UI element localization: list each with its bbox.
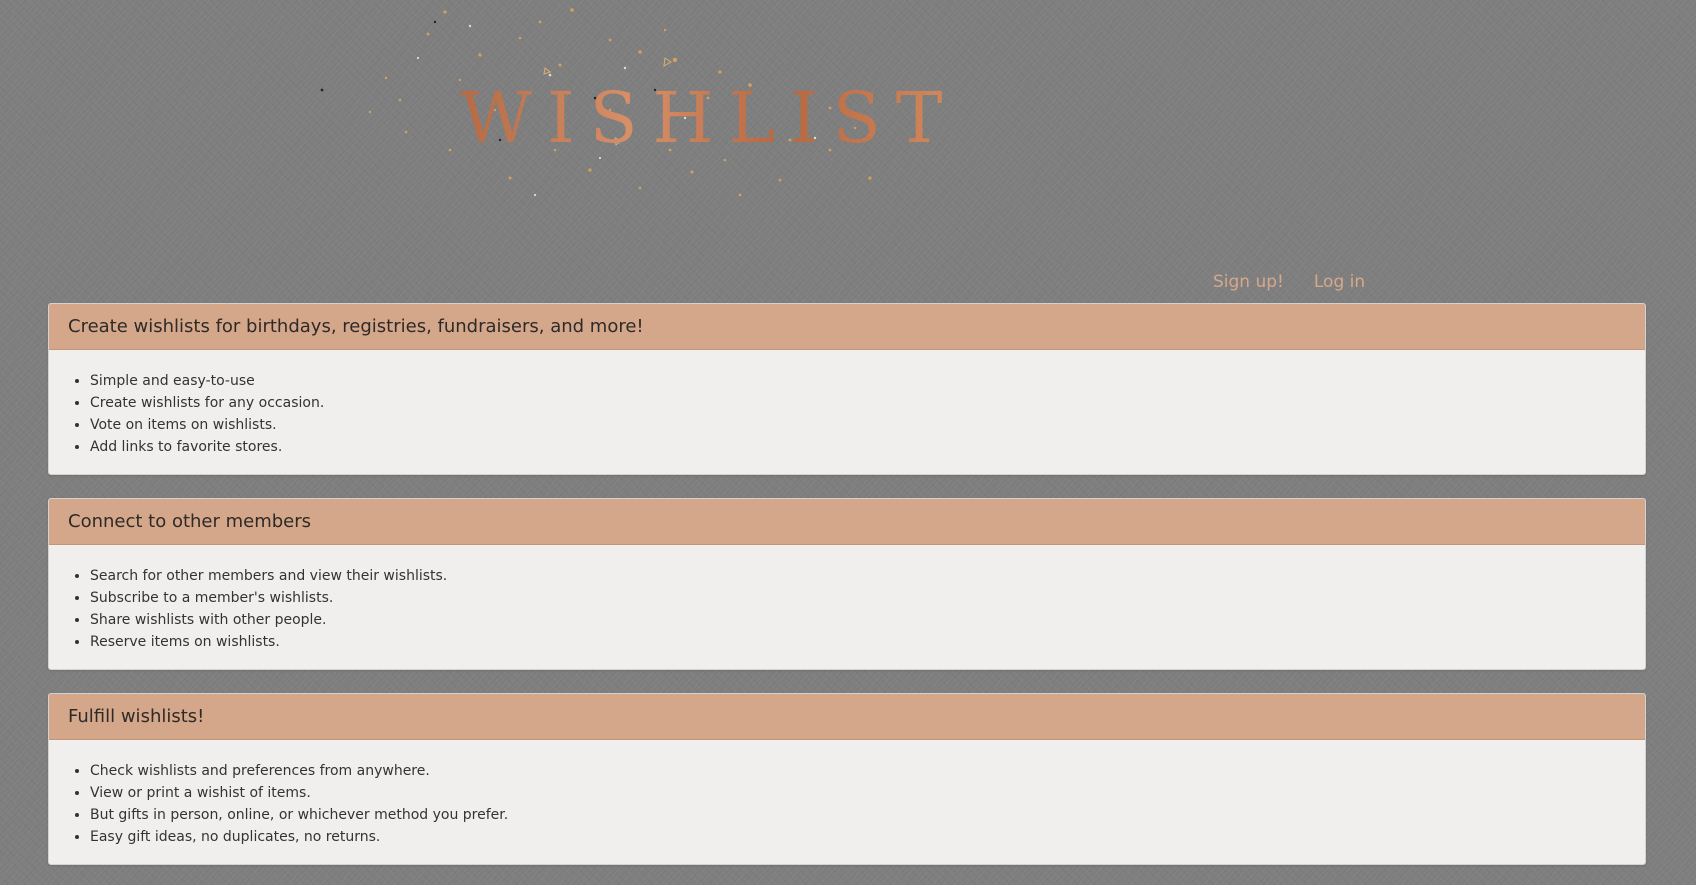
list-item: Vote on items on wishlists. [90,414,1626,436]
panel-heading: Create wishlists for birthdays, registri… [49,304,1645,350]
panel-title: Create wishlists for birthdays, registri… [68,316,644,337]
fulfill-wishlists-panel: Fulfill wishlists! Check wishlists and p… [48,693,1646,865]
connect-members-panel: Connect to other members Search for othe… [48,498,1646,670]
list-item: Share wishlists with other people. [90,609,1626,631]
feature-list: Check wishlists and preferences from any… [69,760,1626,848]
list-item: Subscribe to a member's wishlists. [90,587,1626,609]
log-in-link[interactable]: Log in [1314,272,1365,292]
list-item: Simple and easy-to-use [90,370,1626,392]
wishlist-logo: WISHLIST [310,0,950,215]
panel-heading: Fulfill wishlists! [49,694,1645,740]
panel-body: Check wishlists and preferences from any… [49,740,1645,848]
panel-title: Fulfill wishlists! [68,706,205,727]
list-item: Add links to favorite stores. [90,436,1626,458]
feature-list: Simple and easy-to-use Create wishlists … [69,370,1626,458]
feature-list: Search for other members and view their … [69,565,1626,653]
list-item: Check wishlists and preferences from any… [90,760,1626,782]
panel-body: Simple and easy-to-use Create wishlists … [49,350,1645,458]
top-nav: Sign up! Log in [1213,272,1365,292]
panel-title: Connect to other members [68,511,312,532]
list-item: Reserve items on wishlists. [90,631,1626,653]
panel-body: Search for other members and view their … [49,545,1645,653]
list-item: Easy gift ideas, no duplicates, no retur… [90,826,1626,848]
list-item: Search for other members and view their … [90,565,1626,587]
list-item: Create wishlists for any occasion. [90,392,1626,414]
list-item: View or print a wishist of items. [90,782,1626,804]
logo-text: WISHLIST [460,77,958,159]
create-wishlists-panel: Create wishlists for birthdays, registri… [48,303,1646,475]
sign-up-link[interactable]: Sign up! [1213,272,1284,292]
panel-heading: Connect to other members [49,499,1645,545]
list-item: But gifts in person, online, or whicheve… [90,804,1626,826]
